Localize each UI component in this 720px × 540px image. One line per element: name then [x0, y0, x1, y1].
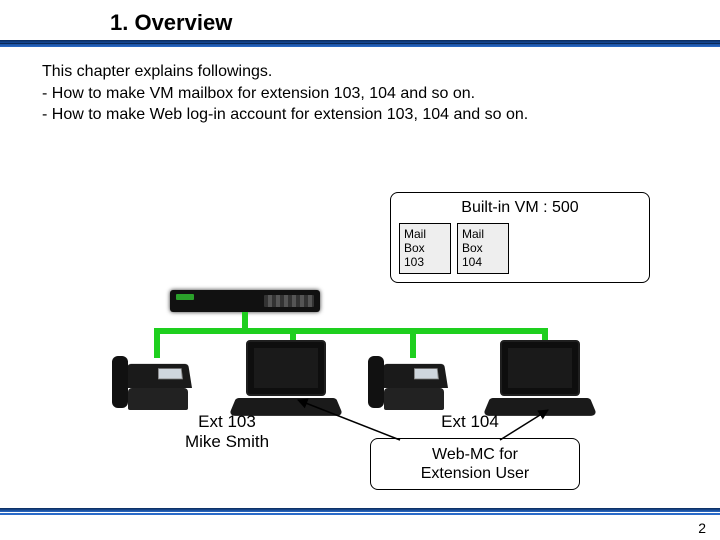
webmc-box: Web-MC for Extension User [370, 438, 580, 490]
mailbox-103: Mail Box 103 [399, 223, 451, 274]
intro-line: - How to make Web log-in account for ext… [42, 104, 720, 126]
switch-icon [170, 290, 320, 312]
mailboxes: Mail Box 103 Mail Box 104 [399, 223, 641, 274]
mailbox-104: Mail Box 104 [457, 223, 509, 274]
slide-title: 1. Overview [110, 10, 720, 36]
laptop-icon [490, 340, 590, 420]
ext103-label: Ext 103 Mike Smith [172, 412, 282, 453]
footer-stripe [0, 508, 720, 512]
vm-box: Built-in VM : 500 Mail Box 103 Mail Box … [390, 192, 650, 283]
title-area: 1. Overview [0, 0, 720, 36]
phone-icon [374, 350, 454, 410]
page-number: 2 [698, 520, 706, 536]
laptop-icon [236, 340, 336, 420]
intro-line: This chapter explains followings. [42, 61, 720, 83]
intro-text: This chapter explains followings. - How … [0, 47, 720, 126]
cable-icon [154, 328, 548, 334]
ext104-label: Ext 104 [430, 412, 510, 432]
vm-label: Built-in VM : 500 [399, 199, 641, 217]
intro-line: - How to make VM mailbox for extension 1… [42, 83, 720, 105]
footer-stripe [0, 513, 720, 515]
phone-icon [118, 350, 198, 410]
